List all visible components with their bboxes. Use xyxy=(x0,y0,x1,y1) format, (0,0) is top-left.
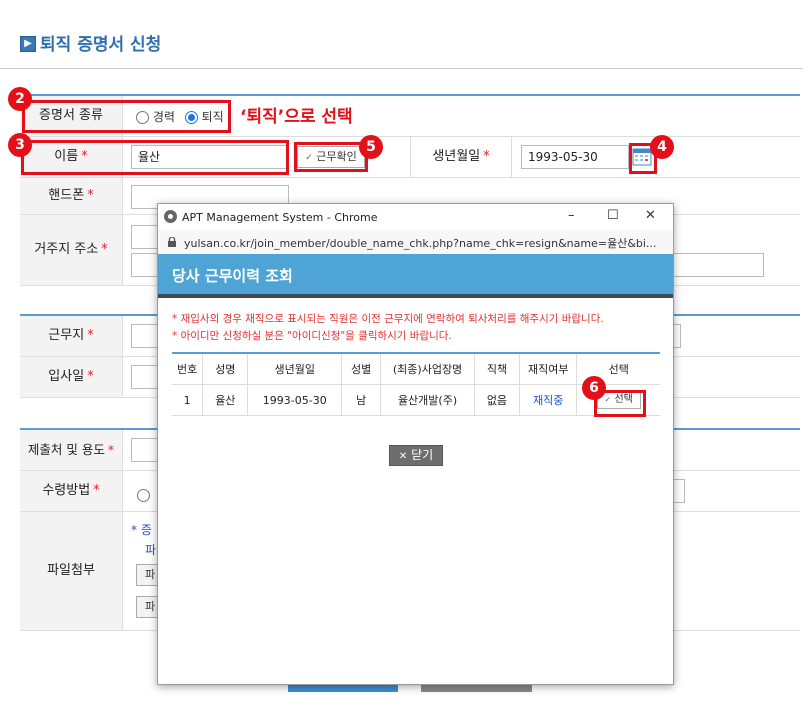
join-date-label-cell: 입사일 * xyxy=(20,357,122,397)
attach-label-cell: 파일첨부 xyxy=(20,512,122,630)
maximize-icon[interactable]: ☐ xyxy=(607,208,619,223)
popup-header-title: 당사 근무이력 조회 xyxy=(172,267,293,285)
address-label: 거주지 주소 xyxy=(34,242,99,257)
cell-position: 없음 xyxy=(473,384,520,416)
required-mark: * xyxy=(87,188,94,203)
row-line xyxy=(20,177,800,178)
submit-to-label: 제출처 및 용도 xyxy=(27,442,105,457)
close-icon: ✕ xyxy=(398,451,408,462)
notice-line-1: * 재입사의 경우 재직으로 표시되는 직원은 이전 근무지에 연락하여 퇴사처… xyxy=(172,313,604,325)
divider xyxy=(122,215,123,285)
popup-window-title: APT Management System - Chrome xyxy=(182,211,378,224)
popup-header: 당사 근무이력 조회 xyxy=(158,254,673,294)
highlight-name xyxy=(21,140,289,175)
col-header: 번호 xyxy=(172,352,203,385)
popup-url-bar[interactable]: yulsan.co.kr/join_member/double_name_chk… xyxy=(158,230,673,254)
step-badge-6: 6 xyxy=(582,376,606,400)
col-header: 직책 xyxy=(473,352,520,385)
cell-status: 재직중 xyxy=(519,384,577,416)
attach-label: 파일첨부 xyxy=(47,563,95,578)
submit-to-label-cell: 제출처 및 용도 * xyxy=(20,430,122,470)
title-divider xyxy=(0,68,803,69)
required-mark: * xyxy=(101,242,108,257)
chevron-right-icon: ▶ xyxy=(20,36,36,52)
col-header: 생년월일 xyxy=(247,352,342,385)
popup-titlebar: APT Management System - Chrome – ☐ ✕ xyxy=(158,204,673,230)
attach-file-text: 파 xyxy=(145,543,157,557)
popup-url: yulsan.co.kr/join_member/double_name_chk… xyxy=(184,237,657,250)
address-label-cell: 거주지 주소 * xyxy=(20,215,122,285)
join-date-label: 입사일 xyxy=(48,369,85,384)
phone-label-cell: 핸드폰 * xyxy=(20,178,122,214)
chrome-icon xyxy=(164,210,177,223)
lock-icon xyxy=(168,236,176,247)
divider xyxy=(122,178,123,214)
required-mark: * xyxy=(483,149,490,164)
cell-name: 율산 xyxy=(202,384,248,416)
step-badge-4: 4 xyxy=(650,135,674,159)
phone-label: 핸드폰 xyxy=(48,188,85,203)
work-history-popup: APT Management System - Chrome – ☐ ✕ yul… xyxy=(157,203,674,685)
required-mark: * xyxy=(107,442,115,457)
attach-note: * 증 xyxy=(131,523,152,537)
col-header: 재직여부 xyxy=(519,352,577,385)
col-header: (최종)사업장명 xyxy=(380,352,475,385)
birth-input[interactable]: 1993-05-30 xyxy=(521,145,629,169)
highlight-work-check xyxy=(294,142,368,172)
cell-gender: 남 xyxy=(341,384,381,416)
cell-number: 1 xyxy=(172,384,203,416)
cell-birth: 1993-05-30 xyxy=(247,384,342,416)
step-badge-3: 3 xyxy=(8,133,32,157)
birth-label-cell: 생년월일 * xyxy=(411,137,511,177)
col-header: 성별 xyxy=(341,352,381,385)
receive-method-label-cell: 수령방법 * xyxy=(20,471,122,511)
receive-method-label: 수령방법 xyxy=(42,483,91,498)
notice-line-2: * 아이디만 신청하실 분은 "아이디신청"을 클릭하시기 바랍니다. xyxy=(172,330,452,342)
highlight-cert-type xyxy=(22,100,231,133)
minimize-icon[interactable]: – xyxy=(568,208,575,223)
required-mark: * xyxy=(87,369,94,384)
close-window-icon[interactable]: ✕ xyxy=(645,208,656,223)
required-mark: * xyxy=(87,328,94,343)
birth-label: 생년월일 xyxy=(432,149,481,164)
popup-header-bar xyxy=(158,294,673,298)
divider xyxy=(122,430,123,630)
workplace-label: 근무지 xyxy=(48,328,85,343)
divider xyxy=(511,137,512,177)
section-top-line xyxy=(20,94,800,96)
required-mark: * xyxy=(93,483,100,498)
close-button-label: 닫기 xyxy=(411,448,434,462)
page-title: 퇴직 증명서 신청 xyxy=(40,35,162,55)
step-badge-2: 2 xyxy=(8,87,32,111)
workplace-label-cell: 근무지 * xyxy=(20,316,122,356)
retire-callout: ‘퇴직’으로 선택 xyxy=(240,107,353,127)
step-badge-5: 5 xyxy=(359,135,383,159)
close-button[interactable]: ✕ 닫기 xyxy=(389,445,443,466)
col-header: 성명 xyxy=(202,352,248,385)
receive-method-radio[interactable] xyxy=(137,488,150,502)
cell-workplace: 율산개발(주) xyxy=(380,384,475,416)
